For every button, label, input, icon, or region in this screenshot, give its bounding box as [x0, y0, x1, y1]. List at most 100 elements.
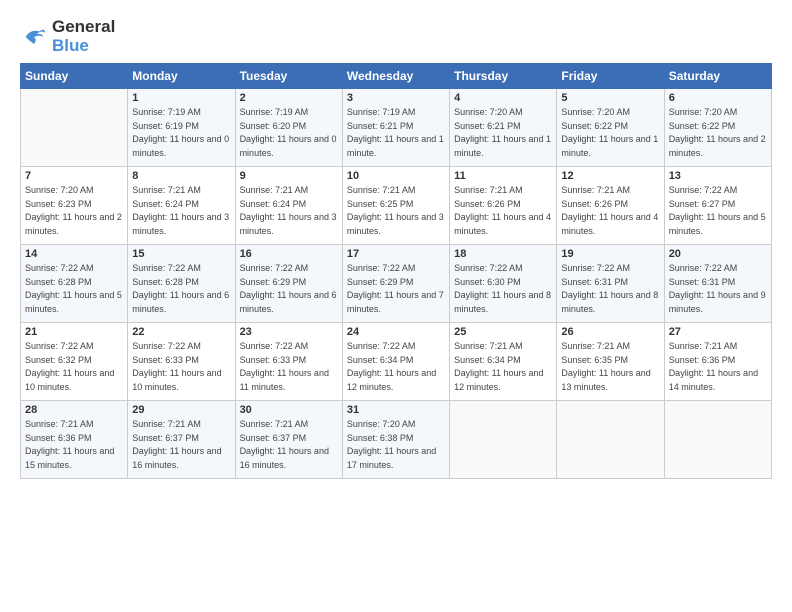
page-container: General Blue SundayMondayTuesdayWednesda… [0, 0, 792, 489]
day-info: Sunrise: 7:20 AMSunset: 6:23 PMDaylight:… [25, 184, 123, 238]
calendar-cell: 20Sunrise: 7:22 AMSunset: 6:31 PMDayligh… [664, 245, 771, 323]
day-info: Sunrise: 7:20 AMSunset: 6:38 PMDaylight:… [347, 418, 445, 472]
calendar-cell: 14 Sunrise: 7:22 AMSunset: 6:28 PMDayligh… [21, 245, 128, 323]
calendar-cell: 15 Sunrise: 7:22 AMSunset: 6:28 PMDayligh… [128, 245, 235, 323]
header-thursday: Thursday [450, 64, 557, 89]
day-number: 12 [561, 170, 659, 182]
header-monday: Monday [128, 64, 235, 89]
day-info: Sunrise: 7:22 AMSunset: 6:33 PMDaylight:… [240, 340, 338, 394]
logo: General Blue [20, 18, 115, 55]
day-info: Sunrise: 7:20 AMSunset: 6:21 PMDaylight:… [454, 106, 552, 160]
calendar-cell: 21Sunrise: 7:22 AMSunset: 6:32 PMDayligh… [21, 323, 128, 401]
day-number: 15 [132, 248, 230, 260]
day-number: 30 [240, 404, 338, 416]
day-number: 22 [132, 326, 230, 338]
day-info: Sunrise: 7:22 AMSunset: 6:29 PMDaylight:… [347, 262, 445, 316]
day-info: Sunrise: 7:22 AMSunset: 6:30 PMDaylight:… [454, 262, 552, 316]
day-info: Sunrise: 7:20 AMSunset: 6:22 PMDaylight:… [561, 106, 659, 160]
calendar-cell: 25 Sunrise: 7:21 AMSunset: 6:34 PMDayligh… [450, 323, 557, 401]
day-info: Sunrise: 7:21 AMSunset: 6:37 PMDaylight:… [132, 418, 230, 472]
calendar-cell: 29 Sunrise: 7:21 AMSunset: 6:37 PMDayligh… [128, 401, 235, 479]
day-info: Sunrise: 7:21 AMSunset: 6:26 PMDaylight:… [561, 184, 659, 238]
day-info: Sunrise: 7:22 AMSunset: 6:29 PMDaylight:… [240, 262, 338, 316]
day-number: 5 [561, 92, 659, 104]
calendar-cell [450, 401, 557, 479]
header: General Blue [20, 18, 772, 55]
calendar-cell: 22 Sunrise: 7:22 AMSunset: 6:33 PMDayligh… [128, 323, 235, 401]
calendar-cell: 31 Sunrise: 7:20 AMSunset: 6:38 PMDayligh… [342, 401, 449, 479]
calendar-cell [557, 401, 664, 479]
calendar-cell: 24 Sunrise: 7:22 AMSunset: 6:34 PMDayligh… [342, 323, 449, 401]
day-info: Sunrise: 7:22 AMSunset: 6:34 PMDaylight:… [347, 340, 445, 394]
day-number: 2 [240, 92, 338, 104]
calendar-cell: 5 Sunrise: 7:20 AMSunset: 6:22 PMDaylight… [557, 89, 664, 167]
header-row: SundayMondayTuesdayWednesdayThursdayFrid… [21, 64, 772, 89]
day-number: 19 [561, 248, 659, 260]
calendar-week-row: 1 Sunrise: 7:19 AMSunset: 6:19 PMDaylight… [21, 89, 772, 167]
logo-bird-icon [20, 23, 48, 51]
calendar-cell: 3Sunrise: 7:19 AMSunset: 6:21 PMDaylight… [342, 89, 449, 167]
day-info: Sunrise: 7:21 AMSunset: 6:34 PMDaylight:… [454, 340, 552, 394]
day-number: 27 [669, 326, 767, 338]
calendar-cell: 1 Sunrise: 7:19 AMSunset: 6:19 PMDaylight… [128, 89, 235, 167]
day-number: 26 [561, 326, 659, 338]
day-number: 3 [347, 92, 445, 104]
day-info: Sunrise: 7:21 AMSunset: 6:36 PMDaylight:… [25, 418, 123, 472]
day-number: 7 [25, 170, 123, 182]
day-number: 31 [347, 404, 445, 416]
calendar-cell: 16 Sunrise: 7:22 AMSunset: 6:29 PMDayligh… [235, 245, 342, 323]
day-number: 16 [240, 248, 338, 260]
day-info: Sunrise: 7:22 AMSunset: 6:28 PMDaylight:… [132, 262, 230, 316]
logo-text: General Blue [52, 18, 115, 55]
header-saturday: Saturday [664, 64, 771, 89]
calendar-cell: 28 Sunrise: 7:21 AMSunset: 6:36 PMDayligh… [21, 401, 128, 479]
header-sunday: Sunday [21, 64, 128, 89]
day-number: 29 [132, 404, 230, 416]
day-number: 24 [347, 326, 445, 338]
calendar-table: SundayMondayTuesdayWednesdayThursdayFrid… [20, 63, 772, 479]
day-info: Sunrise: 7:22 AMSunset: 6:31 PMDaylight:… [561, 262, 659, 316]
header-wednesday: Wednesday [342, 64, 449, 89]
day-info: Sunrise: 7:22 AMSunset: 6:27 PMDaylight:… [669, 184, 767, 238]
calendar-cell: 23Sunrise: 7:22 AMSunset: 6:33 PMDayligh… [235, 323, 342, 401]
day-number: 14 [25, 248, 123, 260]
calendar-cell: 7 Sunrise: 7:20 AMSunset: 6:23 PMDaylight… [21, 167, 128, 245]
calendar-cell: 11 Sunrise: 7:21 AMSunset: 6:26 PMDayligh… [450, 167, 557, 245]
day-info: Sunrise: 7:21 AMSunset: 6:37 PMDaylight:… [240, 418, 338, 472]
day-info: Sunrise: 7:19 AMSunset: 6:20 PMDaylight:… [240, 106, 338, 160]
calendar-week-row: 28 Sunrise: 7:21 AMSunset: 6:36 PMDayligh… [21, 401, 772, 479]
calendar-cell: 10 Sunrise: 7:21 AMSunset: 6:25 PMDayligh… [342, 167, 449, 245]
day-info: Sunrise: 7:21 AMSunset: 6:24 PMDaylight:… [132, 184, 230, 238]
calendar-cell [664, 401, 771, 479]
header-tuesday: Tuesday [235, 64, 342, 89]
day-info: Sunrise: 7:22 AMSunset: 6:33 PMDaylight:… [132, 340, 230, 394]
calendar-week-row: 7 Sunrise: 7:20 AMSunset: 6:23 PMDaylight… [21, 167, 772, 245]
day-number: 6 [669, 92, 767, 104]
day-number: 17 [347, 248, 445, 260]
day-number: 25 [454, 326, 552, 338]
calendar-cell: 19 Sunrise: 7:22 AMSunset: 6:31 PMDayligh… [557, 245, 664, 323]
header-friday: Friday [557, 64, 664, 89]
day-info: Sunrise: 7:22 AMSunset: 6:28 PMDaylight:… [25, 262, 123, 316]
calendar-cell: 4 Sunrise: 7:20 AMSunset: 6:21 PMDaylight… [450, 89, 557, 167]
day-number: 8 [132, 170, 230, 182]
day-number: 28 [25, 404, 123, 416]
day-number: 18 [454, 248, 552, 260]
day-number: 1 [132, 92, 230, 104]
day-number: 4 [454, 92, 552, 104]
calendar-cell: 30 Sunrise: 7:21 AMSunset: 6:37 PMDayligh… [235, 401, 342, 479]
calendar-cell [21, 89, 128, 167]
calendar-cell: 26Sunrise: 7:21 AMSunset: 6:35 PMDayligh… [557, 323, 664, 401]
day-info: Sunrise: 7:21 AMSunset: 6:24 PMDaylight:… [240, 184, 338, 238]
day-number: 10 [347, 170, 445, 182]
calendar-week-row: 14 Sunrise: 7:22 AMSunset: 6:28 PMDayligh… [21, 245, 772, 323]
day-number: 21 [25, 326, 123, 338]
day-info: Sunrise: 7:21 AMSunset: 6:25 PMDaylight:… [347, 184, 445, 238]
calendar-cell: 27Sunrise: 7:21 AMSunset: 6:36 PMDayligh… [664, 323, 771, 401]
day-info: Sunrise: 7:21 AMSunset: 6:26 PMDaylight:… [454, 184, 552, 238]
calendar-cell: 17 Sunrise: 7:22 AMSunset: 6:29 PMDayligh… [342, 245, 449, 323]
day-number: 20 [669, 248, 767, 260]
day-number: 11 [454, 170, 552, 182]
day-info: Sunrise: 7:19 AMSunset: 6:19 PMDaylight:… [132, 106, 230, 160]
calendar-cell: 18 Sunrise: 7:22 AMSunset: 6:30 PMDayligh… [450, 245, 557, 323]
